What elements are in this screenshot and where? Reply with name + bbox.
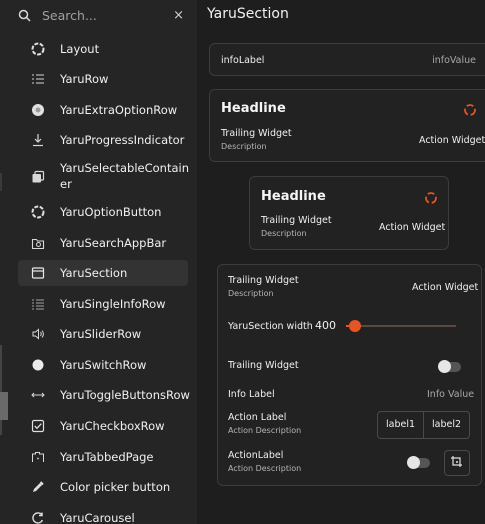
sidebar-item-label: YaruTabbedPage [60, 449, 154, 464]
tabbed-page-icon [30, 449, 46, 465]
sidebar-item-yarusection[interactable]: YaruSection [18, 260, 188, 286]
single-info-row-icon [30, 296, 46, 312]
window-edge-bar [0, 345, 2, 435]
sidebar-item-yarusingleinforow[interactable]: YaruSingleInfoRow [18, 293, 188, 315]
sidebar-item-label: YaruToggleButtonsRow [60, 387, 190, 402]
sidebar-item-label: YaruCarousel [60, 510, 135, 524]
sidebar-item-yarutabbedpage[interactable]: YaruTabbedPage [18, 446, 188, 468]
toggle-button-label2[interactable]: label2 [423, 412, 469, 438]
section-card-controls: Trailing Widget Description Action Widge… [217, 264, 482, 486]
spinner-icon [463, 102, 477, 116]
progress-indicator-icon [30, 132, 46, 148]
sidebar-item-color-picker-button[interactable]: Color picker button [18, 476, 188, 498]
trailing-widget-description: Description [228, 289, 274, 298]
sidebar-item-yarucarousel[interactable]: YaruCarousel [18, 507, 188, 524]
sidebar-item-layout[interactable]: Layout [18, 38, 188, 60]
sidebar-item-label-wrap: er [60, 177, 72, 191]
toggle-button-label1[interactable]: label1 [378, 412, 423, 438]
sidebar: × Layout YaruRow YaruExtraOptionRow Yaru… [0, 0, 197, 524]
action-icon-button[interactable] [444, 450, 470, 476]
sidebar-item-label: Color picker button [60, 479, 171, 494]
selectable-container-icon [30, 169, 46, 185]
sidebar-item-label: YaruExtraOptionRow [60, 102, 178, 117]
info-label: Info Label [228, 389, 275, 400]
slider-track [346, 325, 456, 327]
sidebar-item-yarucheckboxrow[interactable]: YaruCheckboxRow [18, 415, 188, 437]
sidebar-item-label: YaruSearchAppBar [60, 235, 167, 250]
switch-knob [438, 360, 451, 373]
window-resize-handle[interactable] [0, 392, 8, 420]
window-edge-marker [0, 173, 2, 191]
action-switch[interactable] [407, 456, 430, 469]
action-label: Action Label [228, 412, 287, 423]
carousel-icon [30, 510, 46, 524]
sidebar-item-label: YaruProgressIndicator [60, 132, 185, 147]
action-description-2: Action Description [228, 464, 302, 473]
trailing-widget-description: Description [261, 229, 307, 238]
row-list-icon [30, 71, 46, 87]
search-icon [16, 7, 32, 23]
sidebar-item-yaruprogressindicator[interactable]: YaruProgressIndicator [18, 129, 188, 151]
section-card-wide: Headline Trailing Widget Description Act… [209, 89, 485, 162]
option-button-icon [30, 204, 46, 220]
action-widget[interactable]: Action Widget [419, 135, 485, 146]
action-description: Action Description [228, 426, 302, 435]
sidebar-item-yarurow[interactable]: YaruRow [18, 68, 188, 90]
section-headline: Headline [221, 101, 286, 116]
switch-knob [407, 456, 420, 469]
switch-row-label: Trailing Widget [228, 360, 299, 371]
sidebar-item-label: YaruRow [60, 71, 109, 86]
action-widget[interactable]: Action Widget [379, 222, 445, 233]
trailing-widget-description: Description [221, 142, 267, 151]
search-bar: × [10, 0, 192, 30]
crop-icon [450, 454, 464, 473]
width-slider[interactable] [346, 319, 456, 333]
sidebar-item-label: YaruSelectableContain [60, 161, 189, 175]
color-picker-icon [30, 479, 46, 495]
spinner-icon [424, 190, 438, 204]
info-label: infoLabel [221, 55, 265, 66]
search-appbar-icon [30, 235, 46, 251]
action-widget[interactable]: Action Widget [412, 282, 478, 293]
sidebar-item-label: YaruCheckboxRow [60, 418, 165, 433]
sidebar-item-label: YaruOptionButton [60, 204, 162, 219]
clear-search-button[interactable]: × [173, 8, 184, 23]
trailing-widget-label: Trailing Widget [261, 215, 332, 226]
trailing-widget-label: Trailing Widget [228, 275, 299, 286]
page-title: YaruSection [207, 6, 289, 22]
toggle-buttons-icon [30, 387, 46, 403]
section-headline: Headline [261, 189, 326, 204]
section-card-narrow: Headline Trailing Widget Description Act… [249, 176, 449, 250]
slider-label: YaruSection width [228, 321, 313, 332]
sidebar-item-label: YaruSliderRow [60, 326, 142, 341]
switch-dot-icon [30, 357, 46, 373]
search-input[interactable] [42, 7, 162, 23]
sidebar-item-yarusearchappbar[interactable]: YaruSearchAppBar [18, 232, 188, 254]
layout-icon [30, 41, 46, 57]
sidebar-item-yaruselectablecontainer[interactable]: YaruSelectableContain er [18, 158, 189, 194]
sidebar-item-label: Layout [60, 41, 100, 56]
extra-option-icon [30, 102, 46, 118]
trailing-widget-label: Trailing Widget [221, 128, 292, 139]
slider-thumb[interactable] [349, 320, 361, 332]
sidebar-item-yaruextraoptionrow[interactable]: YaruExtraOptionRow [18, 99, 188, 121]
sidebar-item-yarusliderrow[interactable]: YaruSliderRow [18, 323, 188, 345]
sidebar-item-label: YaruSwitchRow [60, 357, 147, 372]
info-value: Info Value [427, 389, 475, 400]
action-label-2: ActionLabel [228, 450, 284, 461]
sidebar-item-label: YaruSection [60, 265, 128, 280]
toggle-buttons: label1 label2 [377, 411, 471, 439]
sidebar-item-yaruswitchrow[interactable]: YaruSwitchRow [18, 354, 188, 376]
speaker-icon [30, 326, 46, 342]
slider-value: 400 [315, 319, 336, 332]
trailing-switch[interactable] [438, 360, 461, 373]
info-value: infoValue [432, 55, 476, 66]
section-icon [30, 265, 46, 281]
checkbox-icon [30, 418, 46, 434]
sidebar-item-label: YaruSingleInfoRow [60, 296, 166, 311]
sidebar-item-yaruoptionbutton[interactable]: YaruOptionButton [18, 201, 188, 223]
info-row-card: infoLabel infoValue [209, 43, 485, 76]
sidebar-item-yarutogglebuttonsrow[interactable]: YaruToggleButtonsRow [18, 384, 190, 406]
